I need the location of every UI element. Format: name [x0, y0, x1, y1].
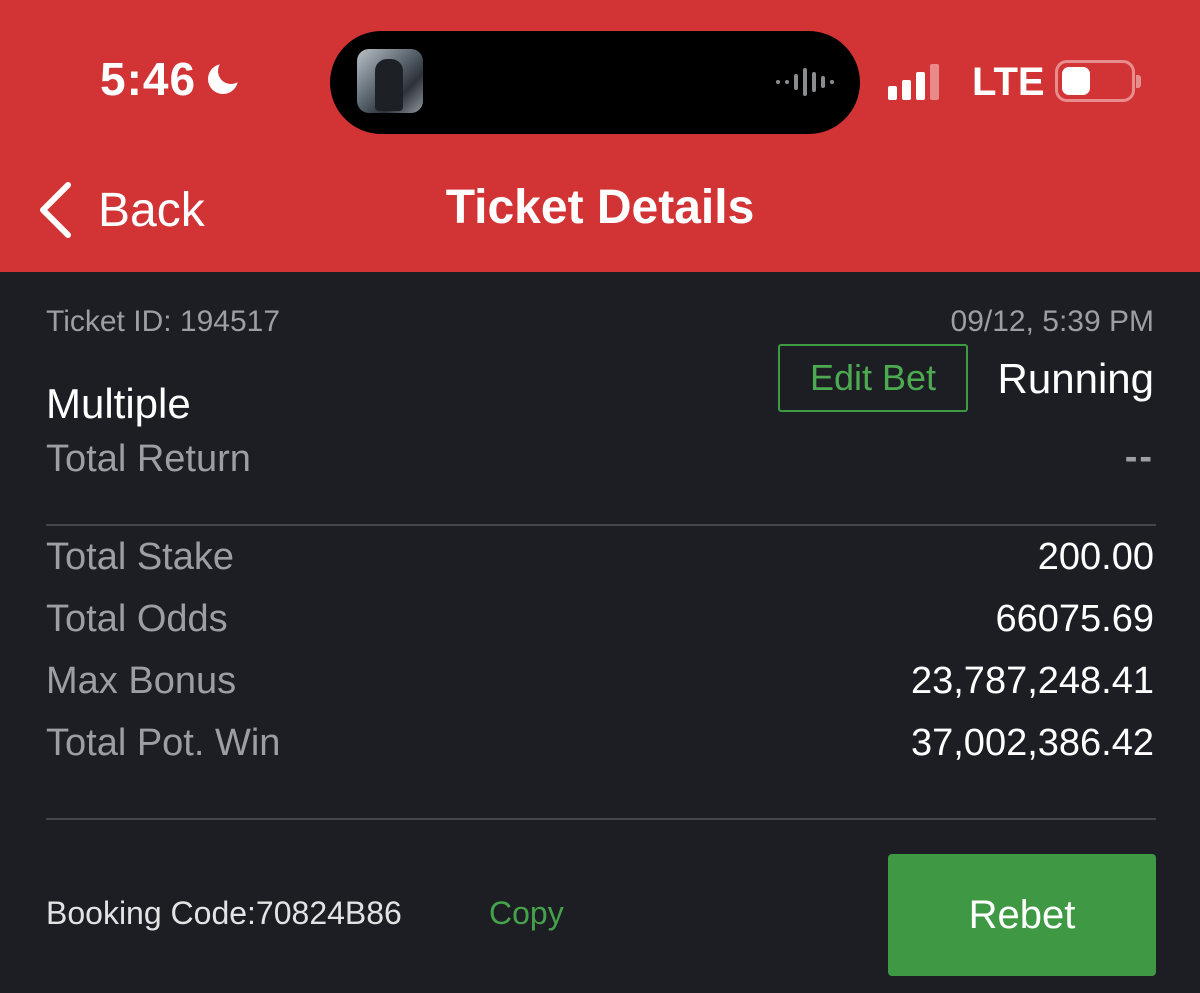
- potential-win-value: 37,002,386.42: [910, 722, 1154, 764]
- status-time: 5:46: [100, 52, 245, 106]
- total-odds-label: Total Odds: [46, 598, 228, 640]
- total-stake-label: Total Stake: [46, 536, 234, 578]
- max-bonus-label: Max Bonus: [46, 660, 237, 702]
- page-title: Ticket Details: [445, 181, 755, 234]
- album-art: [357, 49, 423, 113]
- battery-icon: [1055, 60, 1141, 102]
- ticket-id: Ticket ID: 194517: [46, 305, 281, 338]
- dynamic-island[interactable]: [330, 31, 860, 134]
- total-return-label: Total Return: [46, 438, 251, 480]
- ticket-datetime: 09/12, 5:39 PM: [950, 305, 1154, 338]
- booking-code: Booking Code:70824B86: [46, 895, 402, 931]
- divider: [46, 524, 1156, 526]
- rebet-button[interactable]: Rebet: [888, 854, 1156, 976]
- clock-label: 5:46: [100, 53, 197, 105]
- moon-icon: [206, 58, 245, 96]
- edit-bet-button[interactable]: Edit Bet: [778, 344, 968, 412]
- header-bar: 5:46 LTE Back Ticket Details: [0, 0, 1200, 272]
- potential-win-label: Total Pot. Win: [46, 722, 281, 764]
- network-label: LTE: [972, 60, 1045, 104]
- total-stake-value: 200.00: [1037, 536, 1154, 578]
- signal-icon: [888, 64, 939, 100]
- max-bonus-value: 23,787,248.41: [910, 660, 1154, 702]
- bet-status: Running: [997, 355, 1154, 402]
- total-return-value: --: [1124, 436, 1154, 478]
- waveform-icon: [776, 67, 834, 97]
- total-odds-value: 66075.69: [995, 598, 1155, 640]
- divider: [46, 818, 1156, 820]
- copy-button[interactable]: Copy: [489, 895, 564, 932]
- bet-type: Multiple: [46, 380, 191, 427]
